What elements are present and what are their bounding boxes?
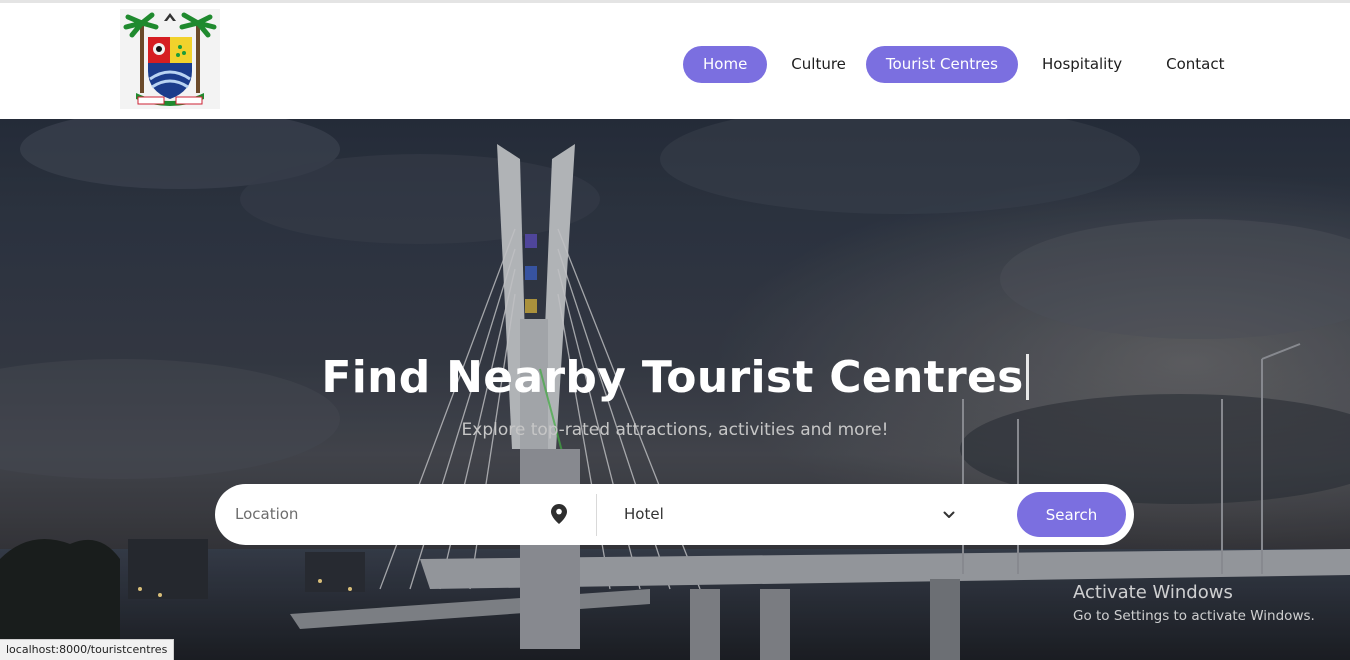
search-button[interactable]: Search bbox=[1017, 492, 1126, 537]
hero-title-text: Find Nearby Tourist Centres bbox=[321, 352, 1024, 403]
search-bar: Hotel Search bbox=[215, 484, 1134, 545]
nav-hospitality[interactable]: Hospitality bbox=[1022, 46, 1142, 83]
chevron-down-icon bbox=[943, 511, 955, 518]
nav-culture[interactable]: Culture bbox=[771, 46, 866, 83]
hero-section: Find Nearby Tourist Centres Explore top-… bbox=[0, 119, 1350, 660]
category-select[interactable]: Hotel bbox=[610, 494, 970, 536]
search-divider bbox=[596, 494, 597, 536]
coat-of-arms-icon bbox=[123, 12, 217, 106]
location-input[interactable] bbox=[235, 496, 555, 532]
main-nav: Home Culture Tourist Centres Hospitality… bbox=[683, 46, 1244, 83]
hero-subtitle: Explore top-rated attractions, activitie… bbox=[461, 420, 889, 440]
coat-of-arms-logo[interactable] bbox=[120, 9, 220, 109]
category-select-value: Hotel bbox=[624, 505, 664, 523]
nav-home[interactable]: Home bbox=[683, 46, 768, 83]
nav-contact[interactable]: Contact bbox=[1146, 46, 1244, 83]
activate-windows-subtitle: Go to Settings to activate Windows. bbox=[1073, 608, 1315, 624]
status-bar-url: localhost:8000/touristcentres bbox=[0, 639, 175, 660]
typing-caret bbox=[1025, 354, 1029, 400]
site-header: Home Culture Tourist Centres Hospitality… bbox=[0, 0, 1350, 122]
nav-tourist-centres[interactable]: Tourist Centres bbox=[865, 46, 1018, 83]
hero-title: Find Nearby Tourist Centres bbox=[0, 352, 1350, 403]
map-pin-icon[interactable] bbox=[551, 504, 567, 524]
activate-windows-title: Activate Windows bbox=[1073, 582, 1233, 603]
